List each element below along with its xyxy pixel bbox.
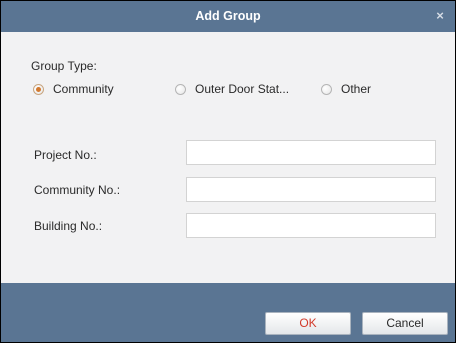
radio-other[interactable]: Other xyxy=(321,81,371,97)
ok-button[interactable]: OK xyxy=(265,312,351,335)
close-icon[interactable]: × xyxy=(433,9,447,23)
add-group-dialog: Add Group × Group Type: Community Outer … xyxy=(0,0,456,343)
radio-dot-icon xyxy=(175,83,186,95)
radio-outer-door-station[interactable]: Outer Door Stat... xyxy=(175,81,289,97)
radio-other-label: Other xyxy=(341,82,372,96)
project-no-label: Project No.: xyxy=(34,148,97,162)
radio-outer-door-station-label: Outer Door Stat... xyxy=(195,82,290,96)
community-no-label: Community No.: xyxy=(34,183,121,197)
title-bar: Add Group × xyxy=(1,1,455,32)
radio-community-label: Community xyxy=(53,82,114,96)
dialog-footer: OK Cancel xyxy=(1,283,455,342)
radio-dot-icon xyxy=(33,83,44,95)
radio-community[interactable]: Community xyxy=(33,81,114,97)
dialog-title: Add Group xyxy=(195,9,261,23)
building-no-field[interactable] xyxy=(186,213,436,238)
group-type-label: Group Type: xyxy=(31,59,97,73)
dialog-body: Group Type: Community Outer Door Stat...… xyxy=(1,32,455,283)
building-no-label: Building No.: xyxy=(34,219,103,233)
radio-dot-icon xyxy=(321,83,332,95)
community-no-field[interactable] xyxy=(186,177,436,202)
project-no-field[interactable] xyxy=(186,140,436,165)
cancel-button[interactable]: Cancel xyxy=(362,312,448,335)
